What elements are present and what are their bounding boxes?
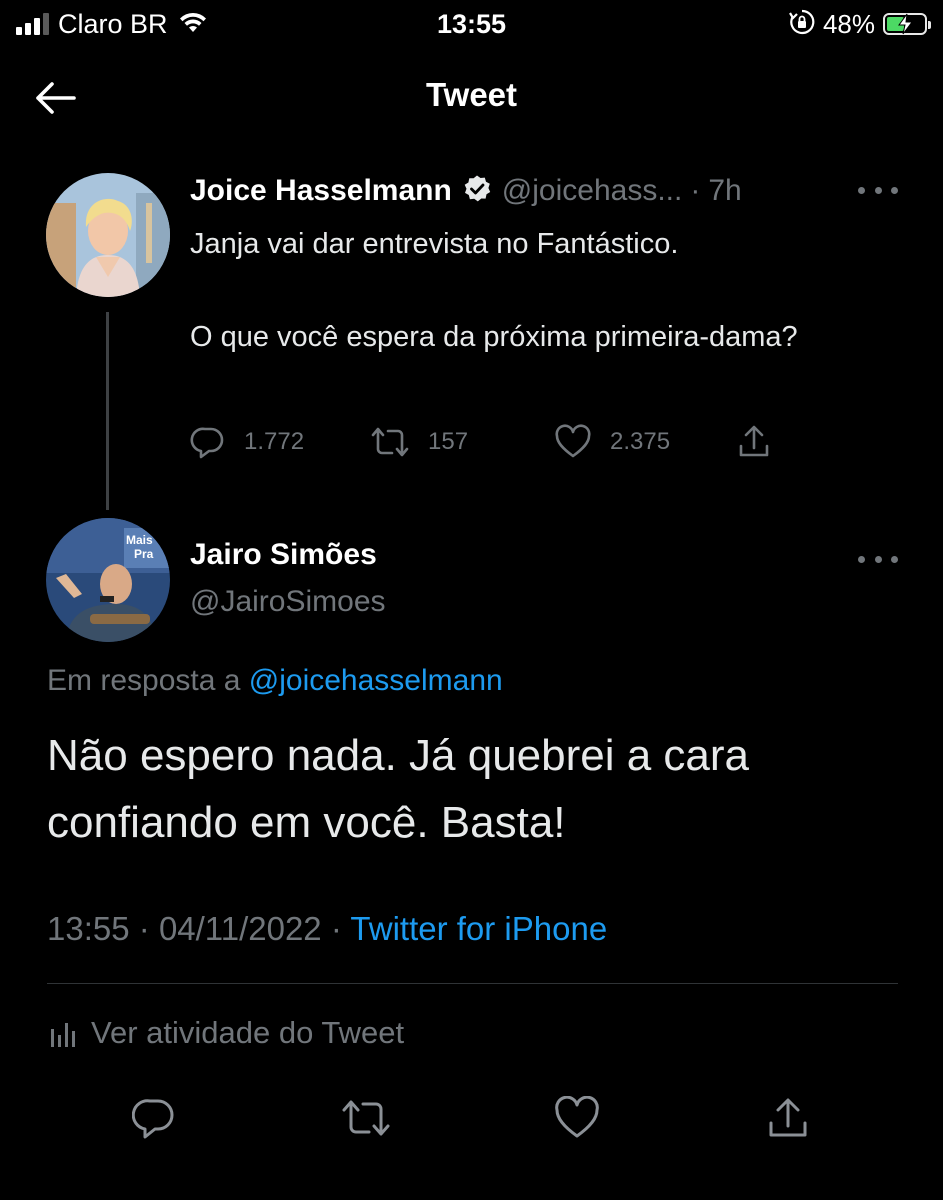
- retweet-button[interactable]: 157: [370, 420, 468, 464]
- reply-author-name[interactable]: Jairo Simões: [190, 538, 377, 571]
- bottom-share-button[interactable]: [760, 1090, 816, 1146]
- author-handle[interactable]: @joicehass...: [502, 174, 683, 208]
- svg-text:Pra: Pra: [134, 547, 154, 561]
- bottom-like-button[interactable]: [549, 1090, 605, 1146]
- bottom-reply-button[interactable]: [126, 1090, 182, 1146]
- share-icon: [769, 1098, 807, 1137]
- tweet-activity-button[interactable]: Ver atividade do Tweet: [47, 1010, 404, 1056]
- battery-percent: 48%: [822, 8, 875, 39]
- tweet-text-line1: Janja vai dar entrevista no Fantástico.: [190, 228, 679, 260]
- status-bar: Claro BR 13:55 48%: [0, 0, 943, 50]
- tweet-timestamp: 13:55 · 04/11/2022 · Twitter for iPhone: [47, 910, 607, 948]
- reply-more-options-button[interactable]: [858, 549, 898, 569]
- battery-charging-icon: [883, 13, 931, 35]
- bolt-icon: [898, 13, 913, 35]
- separator-dot: ·: [690, 174, 701, 207]
- reply-tweet-actions: [0, 1090, 943, 1146]
- heart-icon: [555, 1096, 599, 1138]
- reply-tweet-text: Não espero nada. Já quebrei a cara confi…: [47, 731, 750, 847]
- orientation-lock-icon: [789, 9, 815, 40]
- tweet-text-line2: O que você espera da próxima primeira-da…: [190, 321, 798, 353]
- parent-tweet-header: Joice Hasselmann @joicehass... · 7h: [190, 170, 742, 212]
- reply-author-handle[interactable]: @JairoSimoes: [190, 585, 386, 619]
- replying-prefix: Em resposta a: [47, 664, 241, 697]
- timestamp-date: 04/11/2022: [158, 910, 322, 947]
- retweet-icon: [371, 427, 409, 457]
- reply-author: Jairo Simões: [190, 538, 377, 572]
- more-options-button[interactable]: [858, 180, 898, 200]
- divider: [47, 983, 898, 984]
- share-button[interactable]: [736, 420, 772, 464]
- tweet-time[interactable]: 7h: [708, 174, 741, 208]
- verified-badge-icon: [462, 174, 492, 209]
- reply-count: 1.772: [244, 428, 305, 455]
- like-button[interactable]: 2.375: [554, 420, 670, 464]
- bottom-retweet-button[interactable]: [338, 1090, 394, 1146]
- page-title: Tweet: [425, 76, 518, 113]
- parent-tweet-text: Janja vai dar entrevista no Fantástico. …: [190, 222, 870, 360]
- retweet-icon: [342, 1100, 390, 1136]
- heart-icon: [555, 424, 591, 458]
- thread-connector: [106, 312, 109, 510]
- svg-text:Mais: Mais: [126, 533, 153, 547]
- replying-to-mention[interactable]: @joicehasselmann: [249, 664, 503, 697]
- reply-button[interactable]: 1.772: [190, 420, 304, 464]
- avatar-jairo[interactable]: Mais Pra: [46, 518, 170, 642]
- top-nav: Tweet: [0, 62, 943, 132]
- share-icon: [739, 425, 769, 457]
- tweet-source-link[interactable]: Twitter for iPhone: [350, 910, 607, 947]
- analytics-icon: [51, 1023, 75, 1047]
- retweet-count: 157: [428, 428, 469, 455]
- activity-label: Ver atividade do Tweet: [91, 1015, 405, 1050]
- avatar-joice[interactable]: [46, 173, 170, 297]
- author-name[interactable]: Joice Hasselmann: [190, 174, 452, 208]
- replying-to: Em resposta a @joicehasselmann: [47, 664, 503, 698]
- timestamp-sep: ·: [138, 910, 150, 947]
- reply-icon: [132, 1099, 174, 1139]
- timestamp-time: 13:55: [47, 910, 130, 947]
- tweet-detail-screen: Claro BR 13:55 48% Tweet Joice Hasselman…: [0, 0, 943, 1200]
- like-count: 2.375: [610, 428, 671, 455]
- reply-icon: [190, 427, 224, 459]
- status-right: 48%: [789, 8, 931, 40]
- timestamp-sep2: ·: [330, 910, 342, 947]
- parent-tweet-actions: 1.772 157 2.375: [190, 420, 790, 464]
